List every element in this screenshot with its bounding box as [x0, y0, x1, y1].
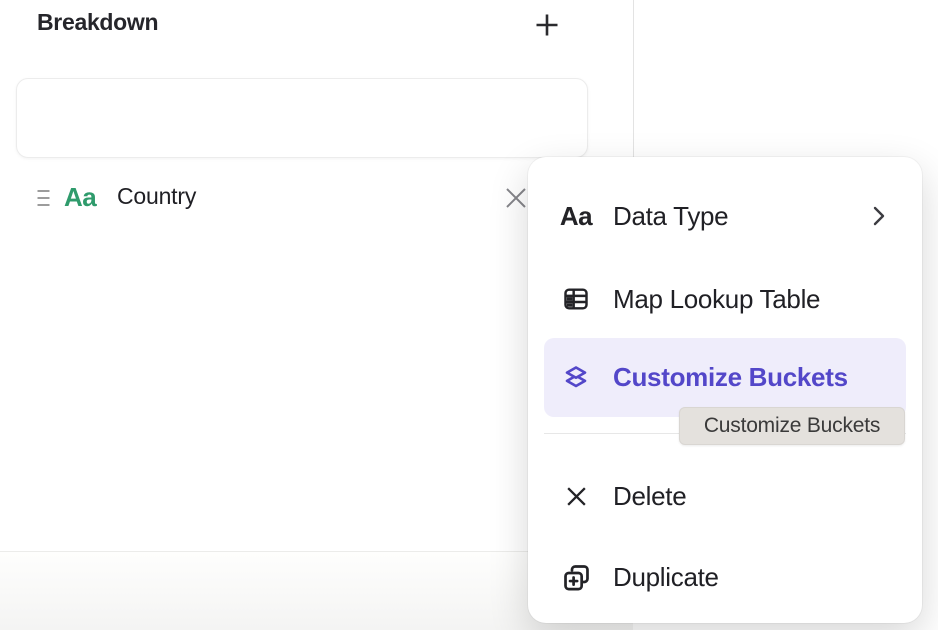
remove-field-button[interactable] [501, 183, 531, 213]
app-root: Breakdown Aa Country [0, 0, 938, 630]
text-data-type-icon: Aa [560, 203, 592, 229]
x-icon [560, 484, 592, 509]
menu-item-label: Map Lookup Table [613, 284, 820, 315]
table-icon [560, 285, 592, 313]
menu-item-label: Delete [613, 481, 686, 512]
field-context-menu: Aa Data Type Map Lookup Table [528, 157, 922, 623]
field-data-type-icon: Aa [64, 182, 96, 213]
chevron-right-icon [872, 205, 886, 227]
menu-item-label: Duplicate [613, 562, 719, 593]
page-title: Breakdown [37, 9, 158, 36]
menu-item-delete[interactable]: Delete [528, 456, 922, 536]
add-breakdown-button[interactable] [528, 6, 566, 44]
stack-icon [560, 363, 592, 393]
menu-item-duplicate[interactable]: Duplicate [528, 537, 922, 617]
panel-divider [633, 0, 634, 157]
menu-item-label: Customize Buckets [613, 362, 848, 393]
menu-item-data-type[interactable]: Aa Data Type [528, 176, 922, 256]
breakdown-field-card[interactable]: Aa Country [16, 78, 588, 158]
plus-icon [532, 10, 562, 40]
drag-handle-icon[interactable] [37, 189, 50, 207]
close-icon [504, 186, 528, 210]
customize-buckets-tooltip: Customize Buckets [679, 407, 905, 445]
field-name: Country [117, 183, 196, 210]
menu-item-label: Data Type [613, 201, 728, 232]
menu-item-customize-buckets[interactable]: Customize Buckets [528, 338, 922, 417]
menu-item-map-lookup-table[interactable]: Map Lookup Table [528, 259, 922, 339]
copy-plus-icon [560, 562, 592, 593]
